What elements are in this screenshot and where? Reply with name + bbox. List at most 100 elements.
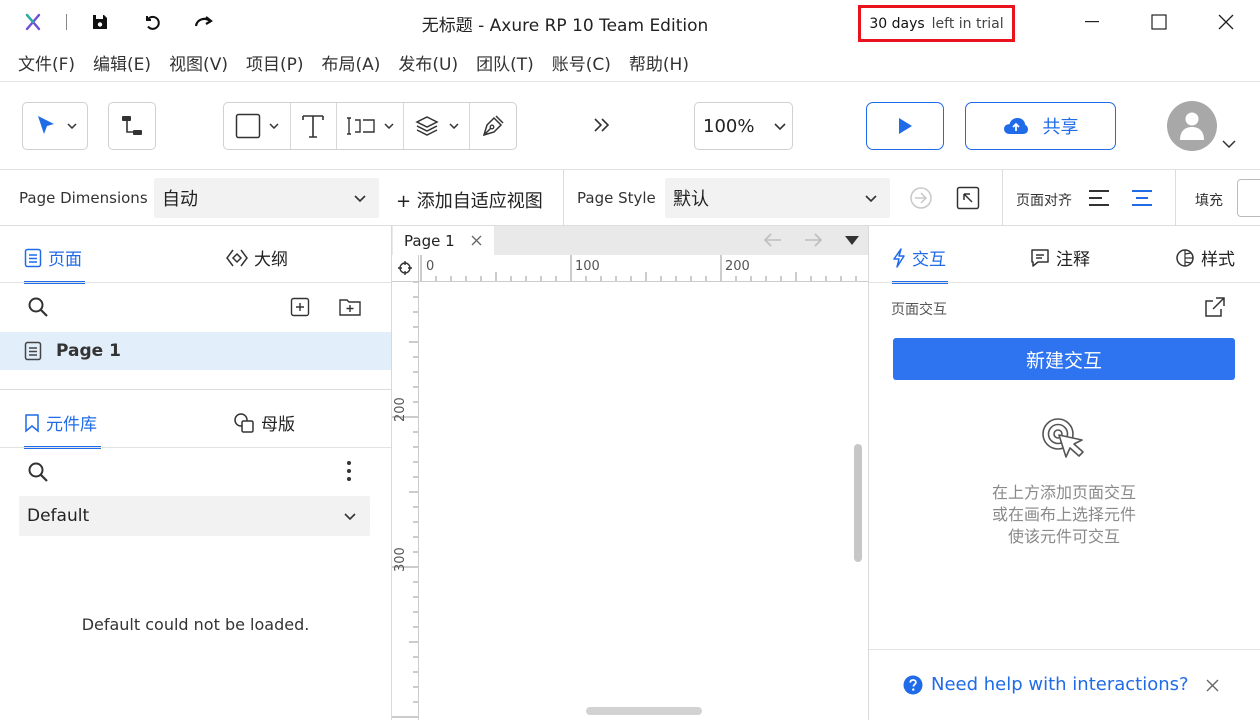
menu-account[interactable]: 账号(C) — [543, 46, 620, 80]
vertical-scrollbar[interactable] — [854, 444, 862, 562]
close-tab-icon[interactable] — [471, 235, 482, 246]
menu-team[interactable]: 团队(T) — [467, 46, 543, 80]
nav-forward-button[interactable] — [804, 233, 822, 247]
horizontal-scrollbar[interactable] — [586, 707, 702, 715]
close-help-button[interactable] — [1206, 679, 1219, 692]
page-style-select[interactable]: 默认 — [665, 178, 890, 218]
tab-notes[interactable]: 注释 — [1030, 245, 1090, 270]
menu-file[interactable]: 文件(F) — [9, 46, 84, 80]
library-options-button[interactable] — [346, 460, 352, 482]
tab-masters-label: 母版 — [261, 415, 295, 435]
page-interactions-label: 页面交互 — [891, 302, 947, 318]
layers-tool-button[interactable] — [404, 103, 470, 149]
layers-icon — [414, 116, 439, 136]
widget-tools-group — [223, 102, 517, 150]
vertical-ruler: 200 300 — [392, 282, 419, 720]
add-folder-button[interactable] — [338, 296, 362, 318]
menu-arrange[interactable]: 布局(A) — [313, 46, 390, 80]
page-dimensions-value: 自动 — [162, 189, 198, 210]
text-t-icon — [302, 115, 325, 138]
chevron-down-icon — [1222, 140, 1236, 148]
ruler-ticks-h — [420, 255, 857, 281]
align-center-icon — [1132, 190, 1152, 206]
text-tool-button[interactable] — [291, 103, 337, 149]
tab-outline[interactable]: 大纲 — [226, 245, 288, 270]
menu-publish[interactable]: 发布(U) — [389, 46, 467, 80]
canvas-area: Page 1 0 100 200 200 300 — [392, 226, 868, 720]
page-dimensions-label: Page Dimensions — [19, 189, 148, 207]
horizontal-ruler: 0 100 200 — [419, 255, 868, 282]
ruler-origin[interactable] — [392, 255, 419, 282]
menu-view[interactable]: 视图(V) — [160, 46, 237, 80]
tab-list-button[interactable] — [845, 236, 859, 245]
share-button[interactable]: 共享 — [965, 102, 1116, 150]
align-left-icon — [1089, 190, 1109, 206]
tab-style-label: 样式 — [1201, 250, 1235, 270]
hint-line: 或在画布上选择元件 — [991, 505, 1136, 524]
select-tool-button[interactable] — [22, 102, 88, 150]
help-circle-icon — [903, 675, 923, 694]
pop-out-button[interactable] — [1204, 296, 1226, 318]
connector-tool-button[interactable] — [108, 102, 156, 150]
style-manager-button[interactable] — [956, 186, 980, 210]
tab-interactions[interactable]: 交互 — [892, 245, 948, 284]
account-menu-button[interactable] — [1222, 140, 1236, 148]
triangle-down-icon — [845, 236, 859, 245]
preview-button[interactable] — [866, 102, 944, 150]
align-center-button[interactable] — [1131, 188, 1153, 208]
close-button[interactable] — [1194, 0, 1258, 44]
fill-label: 填充 — [1195, 193, 1223, 209]
chevron-down-icon — [449, 123, 459, 129]
add-adaptive-view-button[interactable]: + 添加自适应视图 — [396, 187, 543, 213]
menu-project[interactable]: 项目(P) — [237, 46, 313, 80]
save-icon[interactable] — [89, 11, 111, 33]
page-dimensions-select[interactable]: 自动 — [154, 178, 379, 218]
add-page-button[interactable] — [290, 297, 310, 317]
pointer-arrow-icon — [38, 116, 54, 134]
menu-help[interactable]: 帮助(H) — [620, 46, 698, 80]
zoom-select[interactable]: 100% — [694, 102, 793, 150]
add-folder-icon — [339, 299, 361, 316]
tab-pages[interactable]: 页面 — [24, 245, 85, 284]
close-icon — [1206, 679, 1219, 692]
design-canvas[interactable] — [420, 283, 868, 720]
maximize-button[interactable] — [1127, 0, 1191, 44]
maximize-icon — [1151, 14, 1167, 30]
library-search-button[interactable] — [27, 461, 49, 483]
undo-icon[interactable] — [141, 11, 163, 33]
library-select[interactable]: Default — [19, 496, 370, 536]
fill-color-swatch[interactable] — [1237, 179, 1260, 217]
masters-icon — [234, 412, 254, 433]
pen-tool-button[interactable] — [470, 103, 516, 149]
note-icon — [1031, 248, 1049, 267]
minimize-button[interactable] — [1060, 0, 1124, 44]
tab-style[interactable]: 样式 — [1175, 245, 1235, 270]
search-icon — [28, 297, 48, 317]
tab-library-label: 元件库 — [46, 415, 97, 435]
field-tool-button[interactable] — [337, 103, 403, 149]
page-style-label: Page Style — [577, 189, 656, 207]
tab-masters[interactable]: 母版 — [233, 410, 295, 435]
menu-edit[interactable]: 编辑(E) — [84, 46, 160, 80]
align-left-button[interactable] — [1088, 188, 1110, 208]
new-interaction-label: 新建交互 — [1025, 349, 1102, 372]
rectangle-icon — [235, 113, 261, 139]
pages-search-button[interactable] — [27, 296, 49, 318]
lightning-icon — [893, 247, 905, 268]
divider — [563, 170, 564, 226]
new-interaction-button[interactable]: 新建交互 — [893, 338, 1235, 380]
rectangle-tool-button[interactable] — [224, 103, 290, 149]
help-link[interactable]: Need help with interactions? — [903, 674, 1189, 695]
chevron-down-icon — [67, 123, 77, 129]
interaction-hint: 在上方添加页面交互 或在画布上选择元件 使该元件可交互 — [869, 482, 1259, 548]
page-list-item[interactable]: Page 1 — [0, 332, 391, 370]
avatar[interactable] — [1167, 101, 1217, 151]
style-apply-button[interactable] — [909, 186, 933, 210]
nav-back-button[interactable] — [764, 233, 782, 247]
tab-library[interactable]: 元件库 — [24, 410, 101, 449]
redo-icon[interactable] — [193, 11, 215, 33]
user-icon — [1180, 112, 1204, 140]
tab-page-1[interactable]: Page 1 — [393, 226, 494, 255]
help-link-label: Need help with interactions? — [931, 674, 1189, 695]
more-tools-button[interactable] — [591, 114, 613, 136]
